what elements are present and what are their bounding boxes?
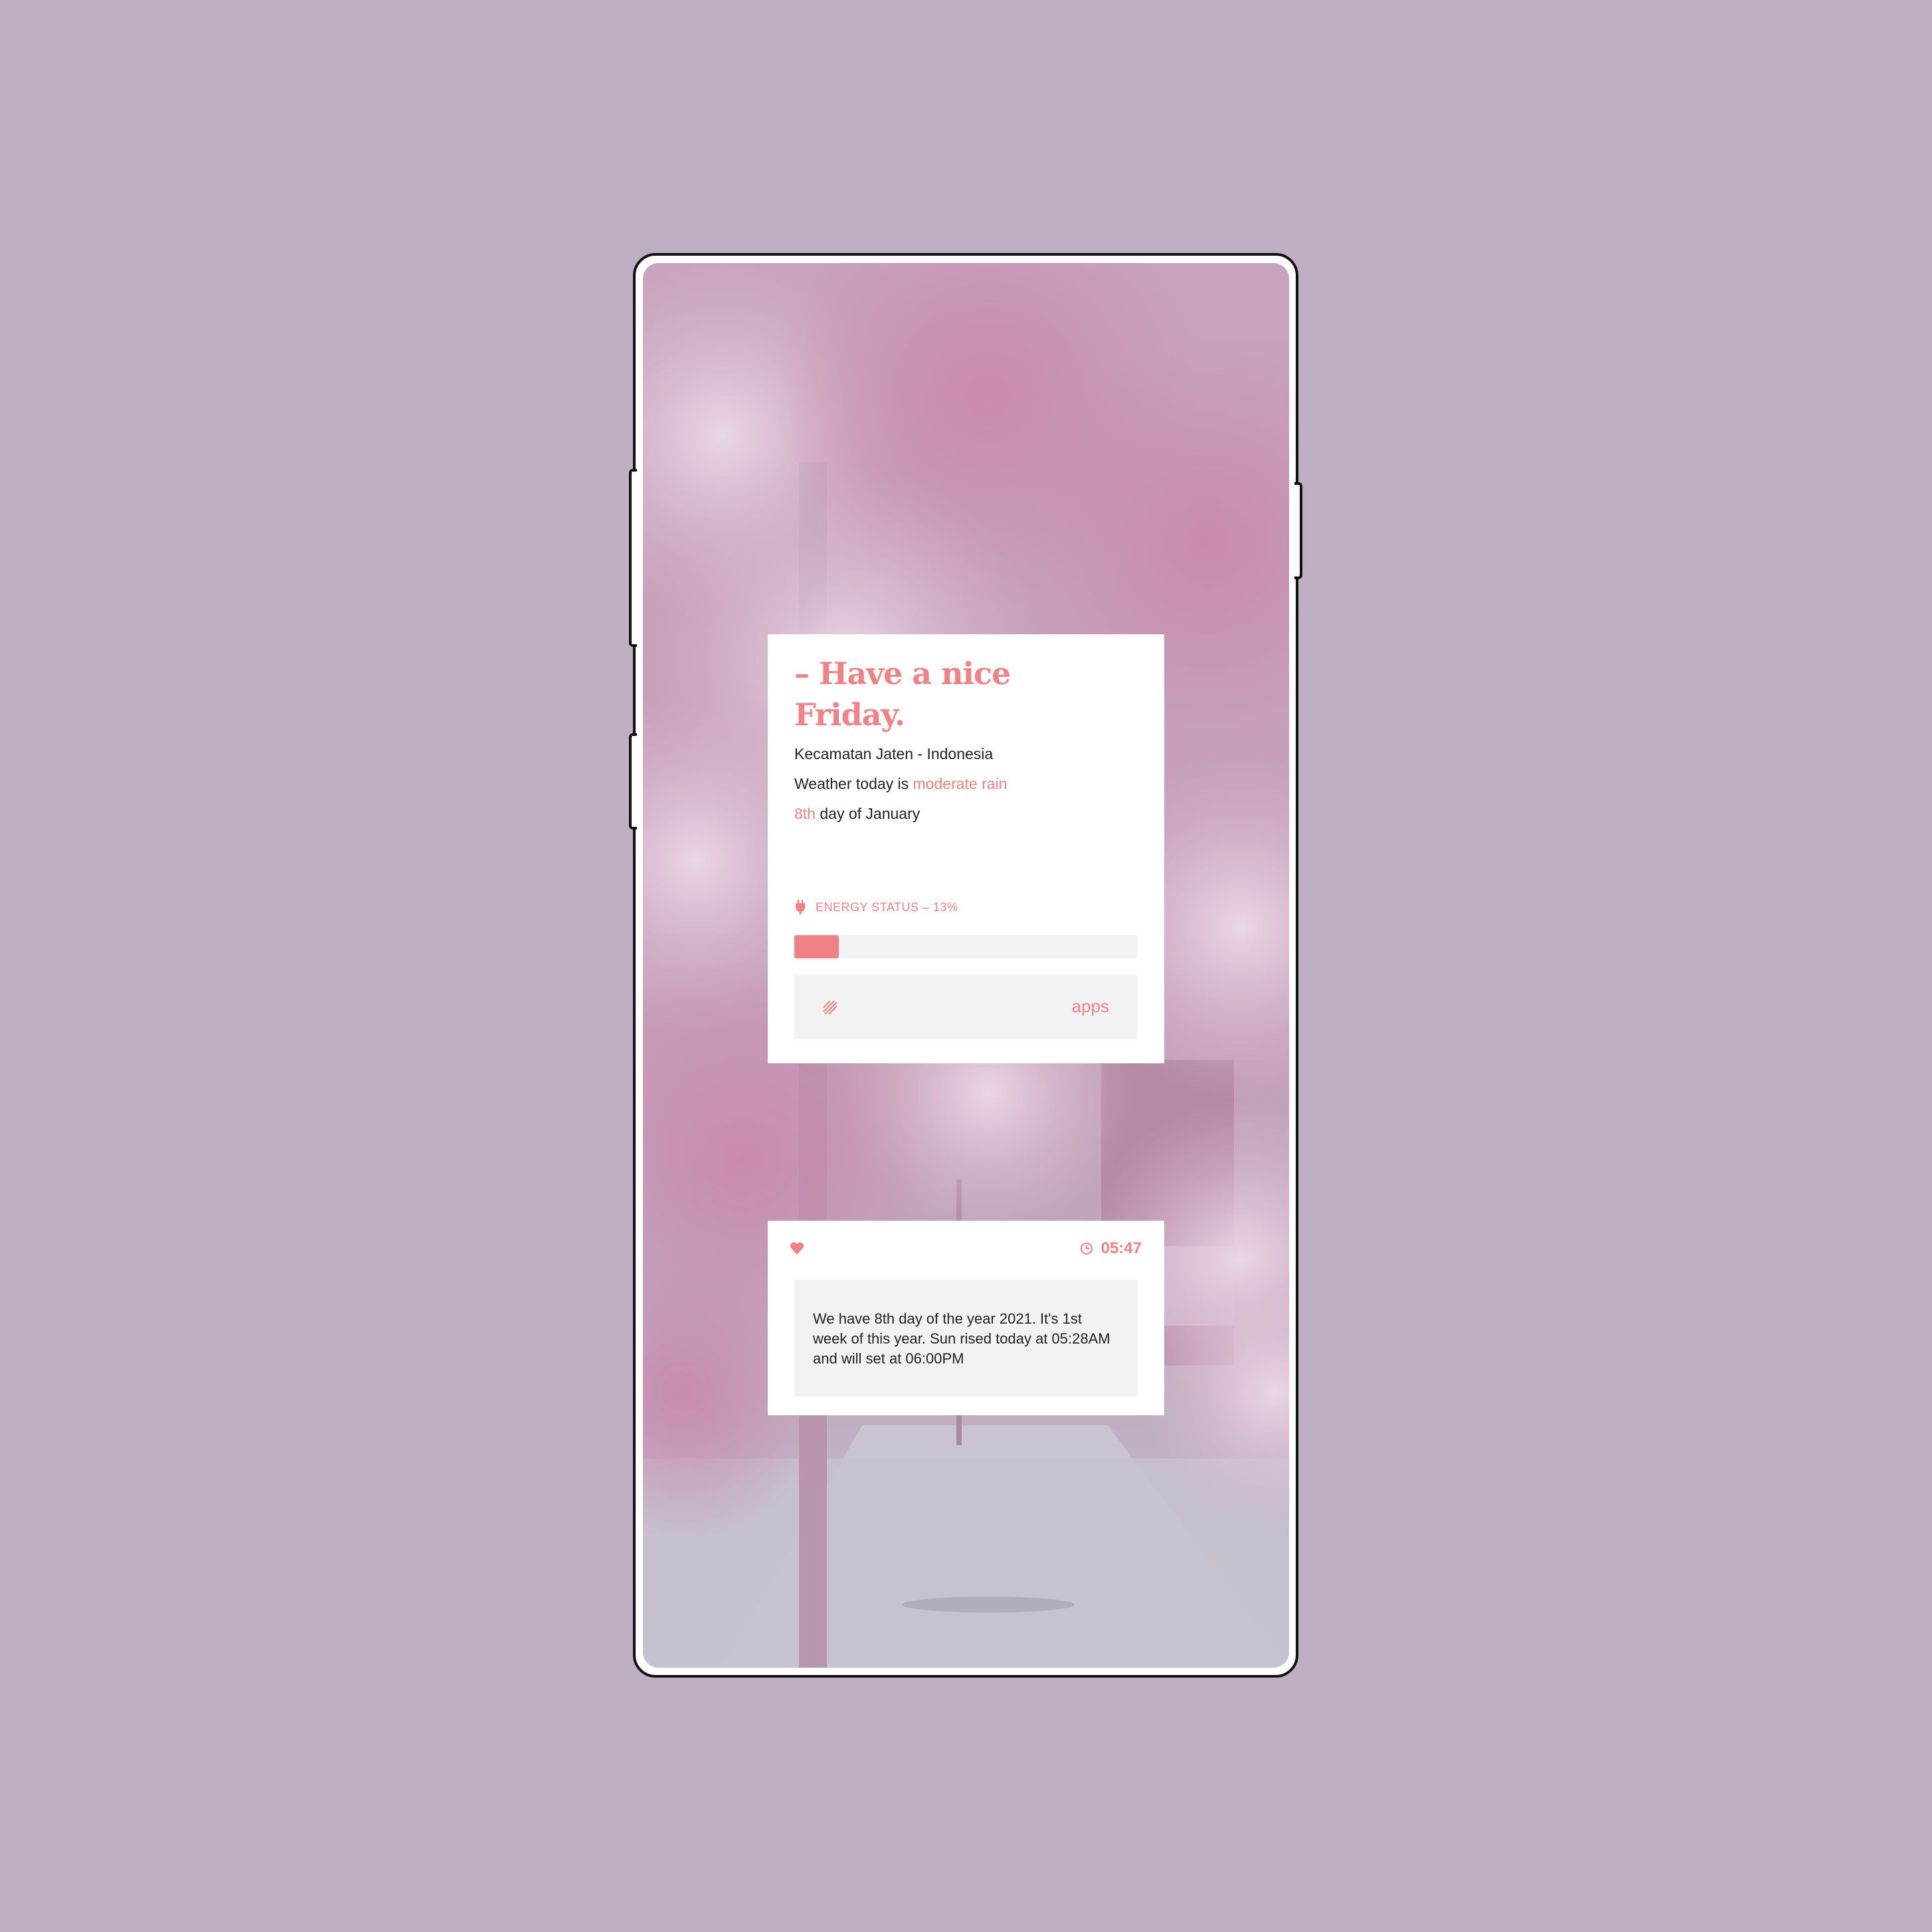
day-suffix: day of January [815, 805, 921, 822]
volume-down-button [629, 733, 637, 830]
power-button [1294, 482, 1302, 579]
weather-line: Weather today is moderate rain [794, 775, 1007, 793]
clock-time: 05:47 [1100, 1239, 1142, 1257]
energy-progress-bar [794, 935, 1137, 958]
energy-label: ENERGY STATUS – 13% [816, 900, 958, 914]
greeting-card: – Have a nice Friday. Kecamatan Jaten - … [768, 634, 1164, 1063]
weather-prefix: Weather today is [794, 775, 913, 792]
apps-label: apps [1071, 996, 1109, 1016]
weather-value: moderate rain [913, 775, 1008, 792]
energy-status: ENERGY STATUS – 13% [794, 900, 958, 915]
greeting-title: – Have a nice Friday. [794, 656, 1011, 733]
info-message: We have 8th day of the year 2021. It's 1… [813, 1310, 1110, 1367]
heart-icon [790, 1242, 804, 1255]
clock: 05:47 [1080, 1239, 1142, 1258]
info-card: 05:47 We have 8th day of the year 2021. … [768, 1221, 1164, 1415]
location-text: Kecamatan Jaten - Indonesia [794, 745, 994, 762]
clock-icon [1080, 1243, 1093, 1255]
date-line: 8th day of January [794, 805, 920, 823]
day-number: 8th [794, 805, 816, 822]
bolt-icon [796, 900, 805, 915]
striped-square-icon [823, 1000, 837, 1015]
energy-progress-fill [794, 935, 839, 958]
info-panel: We have 8th day of the year 2021. It's 1… [794, 1280, 1137, 1397]
volume-button [629, 469, 637, 647]
apps-button[interactable]: apps [794, 975, 1137, 1039]
